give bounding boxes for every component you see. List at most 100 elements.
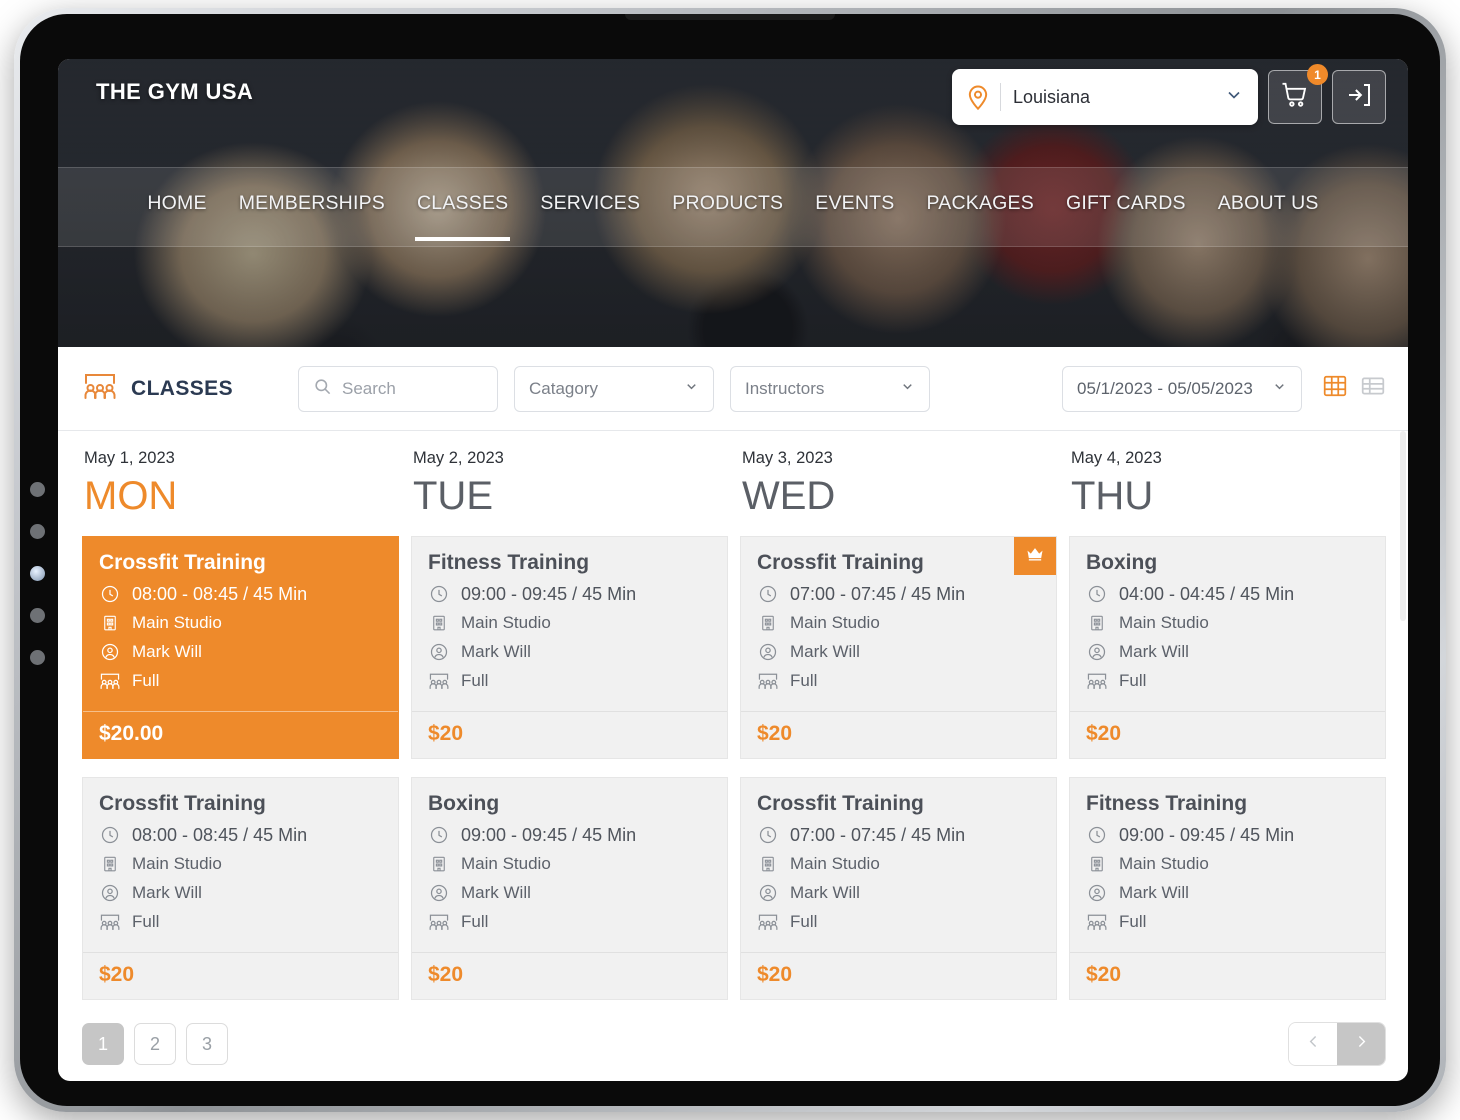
search-field[interactable] — [298, 365, 498, 412]
class-capacity-row: Full — [757, 911, 1042, 933]
class-card[interactable]: Fitness Training 09:00 - 09:45 / 45 Min … — [1069, 777, 1386, 1000]
next-page-button[interactable] — [1337, 1023, 1385, 1065]
classes-people-icon — [757, 670, 779, 692]
page-button-3[interactable]: 3 — [186, 1023, 228, 1065]
day-header: May 4, 2023 THU — [1069, 449, 1386, 516]
class-room-row: Main Studio — [757, 853, 1042, 875]
clock-icon — [428, 824, 450, 846]
nav-item-about-us[interactable]: ABOUT US — [1216, 186, 1321, 229]
nav-item-packages[interactable]: PACKAGES — [925, 186, 1036, 229]
filter-toolbar: CLASSES Catagory — [58, 347, 1408, 431]
class-card[interactable]: Boxing 04:00 - 04:45 / 45 Min Main Studi… — [1069, 536, 1386, 759]
category-select[interactable]: Catagory — [514, 365, 714, 412]
nav-item-events[interactable]: EVENTS — [813, 186, 896, 229]
class-price: $20 — [1070, 952, 1385, 999]
class-capacity-row: Full — [428, 911, 713, 933]
class-title: Fitness Training — [428, 551, 590, 574]
class-card-body: Fitness Training 09:00 - 09:45 / 45 Min … — [412, 537, 727, 711]
tablet-frame: THE GYM USA Louisiana 1 HOME MEMBERSHIPS… — [14, 8, 1446, 1112]
user-icon — [99, 641, 121, 663]
class-card[interactable]: Crossfit Training 08:00 - 08:45 / 45 Min… — [82, 777, 399, 1000]
bezel-sensor-dot-3 — [30, 566, 45, 581]
pagination: 1 2 3 — [58, 1000, 1408, 1066]
page-title-group: CLASSES — [82, 370, 282, 407]
class-title: Crossfit Training — [757, 792, 924, 815]
chevron-right-icon — [1353, 1032, 1370, 1056]
nav-item-products[interactable]: PRODUCTS — [670, 186, 785, 229]
login-arrow-icon — [1344, 80, 1374, 115]
class-title: Crossfit Training — [99, 792, 266, 815]
nav-item-gift-cards[interactable]: GIFT CARDS — [1064, 186, 1188, 229]
day-cards: Crossfit Training 07:00 - 07:45 / 45 Min… — [740, 536, 1057, 1000]
prev-page-button[interactable] — [1289, 1023, 1337, 1065]
class-card[interactable]: Fitness Training 09:00 - 09:45 / 45 Min … — [411, 536, 728, 759]
class-capacity: Full — [132, 671, 160, 690]
classes-people-icon — [82, 370, 118, 407]
page-button-1[interactable]: 1 — [82, 1023, 124, 1065]
class-instructor-row: Mark Will — [99, 882, 384, 904]
day-date: May 1, 2023 — [84, 449, 175, 467]
class-capacity-row: Full — [428, 670, 713, 692]
user-icon — [757, 641, 779, 663]
nav-item-services[interactable]: SERVICES — [538, 186, 642, 229]
class-time-row: 07:00 - 07:45 / 45 Min — [757, 583, 1042, 605]
class-card[interactable]: Crossfit Training 07:00 - 07:45 / 45 Min… — [740, 777, 1057, 1000]
chevron-down-icon — [900, 379, 915, 399]
grid-view-icon[interactable] — [1322, 373, 1348, 404]
class-card[interactable]: Crossfit Training 08:00 - 08:45 / 45 Min… — [82, 536, 399, 759]
date-range-picker[interactable]: 05/1/2023 - 05/05/2023 — [1062, 365, 1302, 412]
login-button[interactable] — [1332, 70, 1386, 124]
clock-icon — [757, 583, 779, 605]
class-capacity-row: Full — [99, 670, 384, 692]
tablet-body: THE GYM USA Louisiana 1 HOME MEMBERSHIPS… — [20, 14, 1440, 1106]
nav-item-home[interactable]: HOME — [145, 186, 208, 229]
class-room: Main Studio — [1119, 854, 1209, 873]
class-room-row: Main Studio — [1086, 612, 1371, 634]
user-icon — [1086, 882, 1108, 904]
nav-item-memberships[interactable]: MEMBERSHIPS — [237, 186, 387, 229]
day-header: May 2, 2023 TUE — [411, 449, 728, 516]
class-room: Main Studio — [461, 854, 551, 873]
chevron-down-icon — [1272, 379, 1287, 399]
class-card[interactable]: Crossfit Training 07:00 - 07:45 / 45 Min… — [740, 536, 1057, 759]
class-room-row: Main Studio — [99, 853, 384, 875]
list-view-icon[interactable] — [1360, 373, 1386, 404]
shopping-cart-icon — [1280, 80, 1310, 115]
class-price: $20 — [1070, 711, 1385, 758]
search-input[interactable] — [342, 378, 483, 399]
class-price: $20.00 — [83, 711, 398, 758]
location-value: Louisiana — [1013, 86, 1091, 107]
class-capacity-row: Full — [757, 670, 1042, 692]
day-column-tue: May 2, 2023 TUE Fitness Training 09:00 -… — [411, 449, 728, 1000]
class-room-row: Main Studio — [757, 612, 1042, 634]
class-time-row: 09:00 - 09:45 / 45 Min — [428, 824, 713, 846]
nav-item-classes[interactable]: CLASSES — [415, 186, 511, 241]
main-nav: HOME MEMBERSHIPS CLASSES SERVICES PRODUC… — [58, 167, 1408, 247]
page-title: CLASSES — [131, 376, 233, 400]
page-button-2[interactable]: 2 — [134, 1023, 176, 1065]
day-name: TUE — [413, 474, 493, 518]
class-title: Crossfit Training — [757, 551, 924, 574]
content-scrollbar[interactable] — [1400, 431, 1406, 621]
user-icon — [1086, 641, 1108, 663]
user-icon — [428, 882, 450, 904]
class-instructor-row: Mark Will — [428, 882, 713, 904]
day-date: May 4, 2023 — [1071, 449, 1162, 467]
class-capacity: Full — [461, 671, 489, 690]
class-card[interactable]: Boxing 09:00 - 09:45 / 45 Min Main Studi… — [411, 777, 728, 1000]
instructors-select[interactable]: Instructors — [730, 365, 930, 412]
building-icon — [428, 612, 450, 634]
class-capacity-row: Full — [1086, 911, 1371, 933]
brand-logo[interactable]: THE GYM USA — [96, 79, 253, 105]
day-date: May 3, 2023 — [742, 449, 833, 467]
class-instructor-row: Mark Will — [757, 882, 1042, 904]
building-icon — [99, 853, 121, 875]
class-card-body: Fitness Training 09:00 - 09:45 / 45 Min … — [1070, 778, 1385, 952]
location-picker[interactable]: Louisiana — [952, 69, 1258, 125]
day-date: May 2, 2023 — [413, 449, 504, 467]
class-capacity: Full — [132, 912, 160, 931]
class-time-row: 08:00 - 08:45 / 45 Min — [99, 583, 384, 605]
cart-button[interactable]: 1 — [1268, 64, 1328, 124]
class-capacity: Full — [1119, 671, 1147, 690]
chevron-down-icon[interactable] — [1224, 85, 1244, 110]
